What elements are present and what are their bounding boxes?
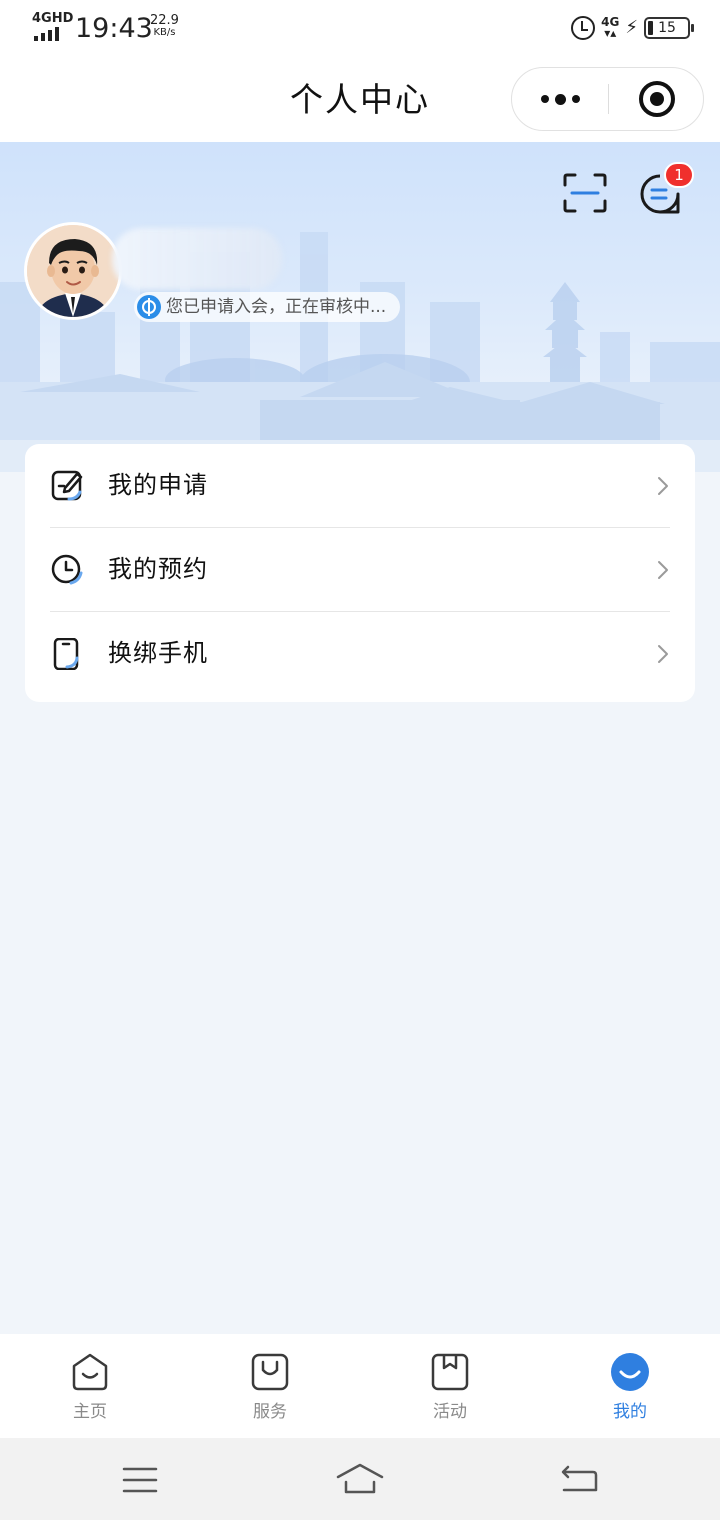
target-circle-icon[interactable] xyxy=(639,81,675,117)
network-type-right: 4G ▾▴ xyxy=(601,15,620,40)
alarm-icon xyxy=(571,16,596,40)
chevron-right-icon xyxy=(658,477,668,495)
clock-icon xyxy=(51,554,83,585)
menu-item-label: 我的预约 xyxy=(108,555,208,583)
back-arrow-icon[interactable] xyxy=(555,1460,605,1500)
tab-activity[interactable]: 活动 xyxy=(360,1334,540,1438)
tab-home[interactable]: 主页 xyxy=(0,1334,180,1438)
system-navigation-bar xyxy=(0,1438,720,1520)
charging-icon: ⚡ xyxy=(625,17,638,38)
avatar[interactable] xyxy=(24,222,122,320)
menu-item-my-application[interactable]: 我的申请 xyxy=(25,444,695,528)
tab-label: 我的 xyxy=(613,1402,647,1422)
home-outline-icon[interactable] xyxy=(335,1460,385,1500)
capsule-divider xyxy=(608,84,609,114)
membership-status-text: 您已申请入会，正在审核中... xyxy=(166,297,387,317)
membership-status[interactable]: 您已申请入会，正在审核中... xyxy=(134,292,401,322)
chevron-right-icon xyxy=(658,561,668,579)
tab-service[interactable]: 服务 xyxy=(180,1334,360,1438)
more-dots-icon[interactable] xyxy=(512,68,608,130)
home-icon xyxy=(72,1353,108,1391)
network-speed: 22.9 KB/s xyxy=(150,14,179,39)
bookmark-icon xyxy=(431,1353,469,1391)
user-name-blurred xyxy=(112,228,282,290)
message-badge: 1 xyxy=(664,162,694,188)
tab-label: 活动 xyxy=(433,1402,467,1422)
union-badge-icon xyxy=(137,295,161,319)
menu-card: 我的申请 我的预约 换绑手机 xyxy=(25,444,695,702)
bag-icon xyxy=(251,1353,289,1391)
tab-label: 主页 xyxy=(73,1402,107,1422)
menu-item-label: 我的申请 xyxy=(108,471,208,499)
menu-item-change-phone[interactable]: 换绑手机 xyxy=(25,612,695,696)
speed-unit: KB/s xyxy=(153,27,176,38)
battery-icon: 15 xyxy=(644,17,694,39)
clock-time: 19:43 xyxy=(75,13,153,44)
menu-item-label: 换绑手机 xyxy=(108,639,208,667)
mini-program-capsule xyxy=(511,67,704,131)
tab-mine[interactable]: 我的 xyxy=(540,1334,720,1438)
smile-icon xyxy=(611,1353,649,1391)
menu-item-my-reservation[interactable]: 我的预约 xyxy=(25,528,695,612)
bottom-tab-bar: 主页 服务 活动 我的 xyxy=(0,1334,720,1438)
battery-level: 15 xyxy=(658,20,676,36)
scan-icon[interactable] xyxy=(562,172,608,214)
speed-value: 22.9 xyxy=(150,13,179,28)
tab-label: 服务 xyxy=(253,1402,287,1422)
cartoon-avatar-icon xyxy=(27,225,119,317)
network-type: 4GHD xyxy=(32,11,74,26)
status-bar: 4GHD 19:43 22.9 KB/s 4G ▾▴ ⚡ 15 xyxy=(0,0,720,56)
title-bar: 个人中心 xyxy=(0,56,720,142)
menu-lines-icon[interactable] xyxy=(115,1460,165,1500)
edit-form-icon xyxy=(51,470,83,501)
phone-icon xyxy=(53,638,79,670)
chevron-right-icon xyxy=(658,645,668,663)
signal-icon xyxy=(34,27,59,41)
